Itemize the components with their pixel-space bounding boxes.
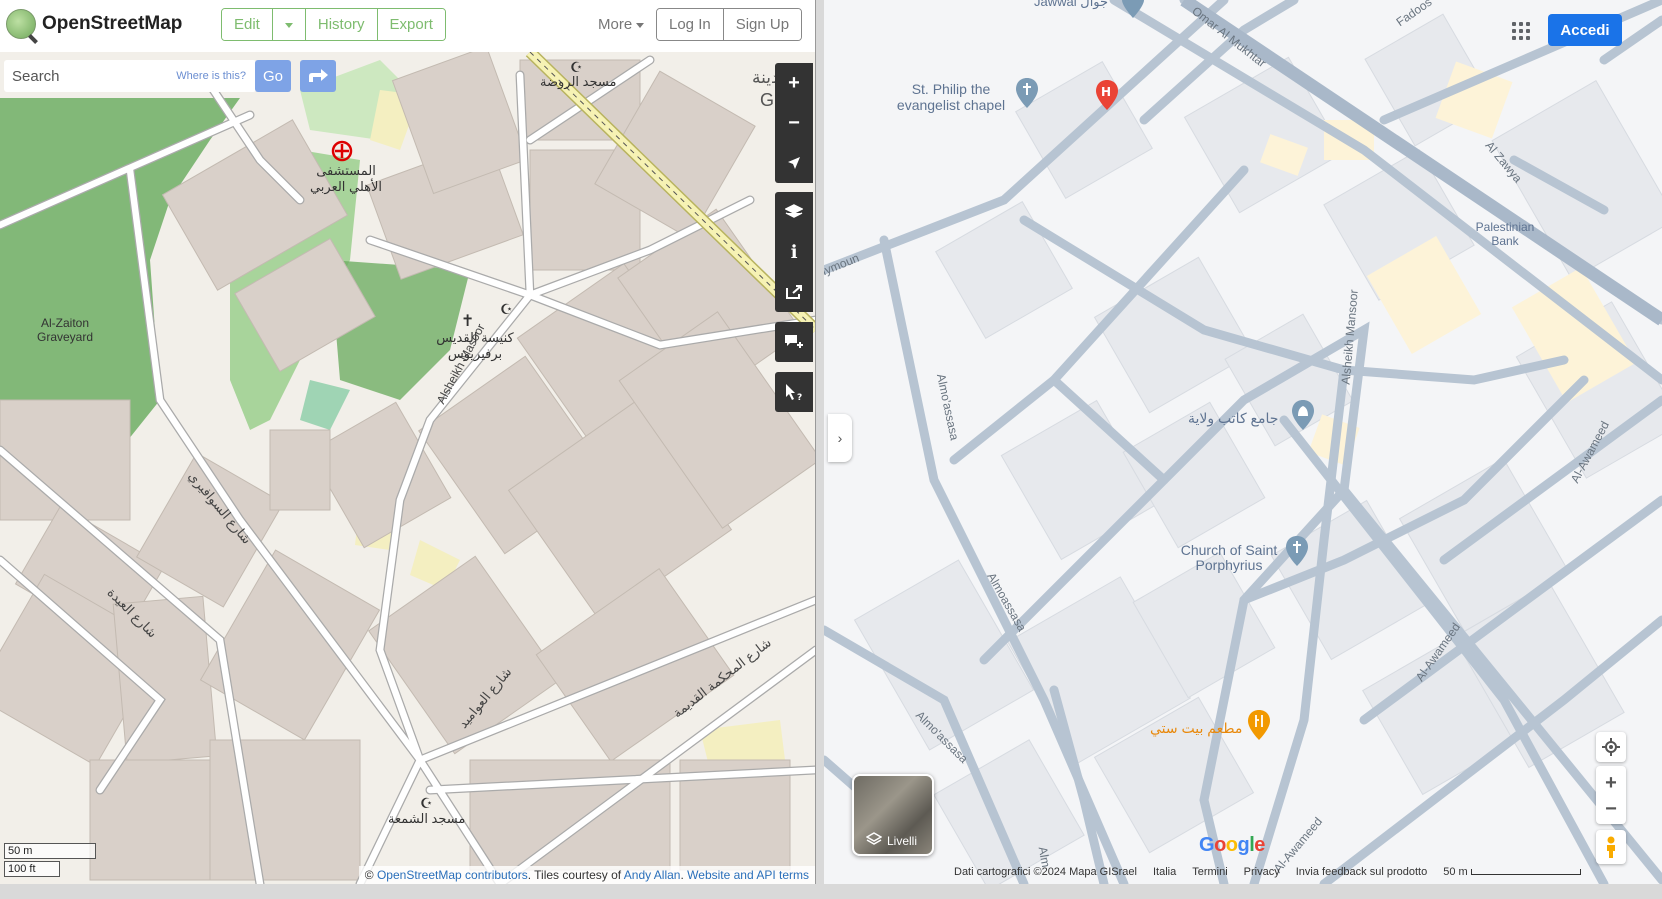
locate-arrow-icon [788, 157, 800, 169]
attr-prefix: © [364, 868, 377, 882]
google-apps-button[interactable] [1512, 22, 1530, 40]
terms-link[interactable]: Termini [1192, 866, 1227, 880]
google-zoom-out-button[interactable]: − [1605, 797, 1617, 821]
osm-edit-group: Edit History Export [221, 8, 446, 41]
feedback-link[interactable]: Invia feedback sul prodotto [1296, 866, 1427, 880]
directions-icon [309, 69, 328, 82]
label-bank: Palestinian Bank [1475, 220, 1535, 248]
google-zoom-controls: + − [1596, 766, 1626, 824]
layers-icon [785, 204, 803, 218]
search-input[interactable]: Search Where is this? [4, 60, 256, 92]
edit-button[interactable]: Edit [222, 9, 273, 40]
street-view-pegman[interactable] [1596, 830, 1626, 864]
osm-map-canvas[interactable]: ☪ ☪ ✝ ☪ [0, 0, 816, 884]
zoom-in-button[interactable]: + [775, 63, 813, 103]
edit-dropdown-button[interactable] [272, 9, 306, 40]
info-icon: ℹ [790, 241, 798, 262]
osm-logo[interactable]: OpenStreetMap [6, 9, 182, 39]
search-placeholder: Search [12, 67, 60, 85]
signup-button[interactable]: Sign Up [723, 9, 802, 40]
osm-query-tools: ? [775, 372, 813, 412]
collapse-panel-button[interactable]: › [828, 414, 852, 462]
privacy-link[interactable]: Privacy [1244, 866, 1280, 880]
mosque-pin-icon[interactable] [1292, 400, 1314, 430]
share-icon [786, 285, 802, 299]
hospital-pin-icon[interactable]: H [1096, 80, 1118, 110]
jawwal-pin-icon[interactable] [1122, 0, 1144, 18]
label-mosque: جامع كاتب ولاية [1188, 410, 1279, 426]
layers-button[interactable] [775, 192, 813, 232]
my-location-icon [1602, 738, 1620, 756]
search-go-button[interactable]: Go [255, 60, 291, 92]
google-scale[interactable]: 50 m [1443, 866, 1581, 880]
osm-map-tools: ℹ [775, 192, 813, 312]
label-restaurant: مطعم بيت ستي [1150, 720, 1243, 736]
google-logo: Google [1199, 834, 1265, 856]
osm-auth-group: Log In Sign Up [656, 8, 803, 41]
chapel-pin-icon[interactable] [1016, 78, 1038, 108]
layers-label: Livelli [886, 834, 917, 848]
chevron-right-icon: › [837, 430, 843, 446]
google-zoom-in-button[interactable]: + [1605, 769, 1617, 797]
google-map-pane[interactable]: H St. Philip the evangelist chapel Jawwa… [824, 0, 1662, 884]
osm-logo-icon [6, 9, 36, 39]
svg-text:H: H [1101, 85, 1111, 99]
country-link[interactable]: Italia [1153, 866, 1176, 880]
osm-scale-metric: 50 m [4, 843, 96, 859]
osm-note-tools [775, 322, 813, 362]
attr-andy-link[interactable]: Andy Allan [624, 868, 681, 882]
osm-scale-imperial: 100 ft [4, 861, 60, 877]
scale-label: 50 m [1443, 866, 1468, 878]
label-graveyard: Al-Zaiton Graveyard [36, 316, 94, 344]
osm-attribution: © OpenStreetMap contributors. Tiles cour… [358, 866, 815, 884]
osm-brand: OpenStreetMap [42, 13, 183, 34]
label-jawwal: Jawwal جوال [1034, 0, 1109, 9]
query-features-button[interactable]: ? [775, 372, 813, 412]
map-key-button[interactable]: ℹ [775, 232, 813, 272]
where-is-this-link[interactable]: Where is this? [176, 70, 246, 82]
locate-button[interactable] [775, 143, 813, 183]
svg-text:?: ? [797, 393, 802, 401]
label-hospital: المستشفى الأهلي العربي [309, 163, 383, 194]
more-menu-button[interactable]: More [598, 16, 645, 33]
add-note-button[interactable] [775, 322, 813, 362]
map-data-credit: Dati cartografici ©2024 Mapa GISrael [954, 866, 1137, 878]
apps-grid-icon [1512, 22, 1516, 26]
osm-map-pane[interactable]: ☪ ☪ ✝ ☪ المستشفى الأهلي العربي مسجد الرو… [0, 0, 816, 884]
my-location-button[interactable] [1596, 732, 1626, 762]
osm-zoom-controls: + − [775, 63, 813, 183]
attr-contributors-link[interactable]: OpenStreetMap contributors [377, 868, 528, 882]
label-church: Church of Saint Porphyrius [1180, 542, 1278, 573]
query-cursor-icon: ? [786, 384, 802, 401]
attr-tiles: . Tiles courtesy of [527, 868, 624, 882]
zoom-out-button[interactable]: − [775, 103, 813, 143]
restaurant-pin-icon[interactable] [1248, 710, 1270, 740]
share-button[interactable] [775, 272, 813, 312]
scale-bar [1470, 869, 1581, 876]
google-attribution: Dati cartografici ©2024 Mapa GISrael Ita… [954, 866, 1662, 880]
layers-toggle[interactable]: Livelli [852, 774, 934, 856]
mosque-marker-2: ☪ [500, 302, 513, 318]
chevron-down-icon [636, 22, 645, 28]
add-note-icon [785, 335, 803, 348]
more-label: More [598, 16, 633, 33]
history-button[interactable]: History [305, 9, 378, 40]
signin-button[interactable]: Accedi [1548, 14, 1622, 46]
church-pin-icon[interactable] [1286, 536, 1308, 566]
osm-header: OpenStreetMap Edit History Export More L… [0, 0, 815, 52]
directions-button[interactable] [300, 60, 336, 92]
bottom-strip [0, 884, 1662, 899]
login-button[interactable]: Log In [657, 9, 724, 40]
pane-divider[interactable] [816, 0, 824, 884]
chevron-down-icon [284, 22, 293, 28]
label-mosque-rawda: مسجد الروضة [540, 74, 617, 89]
export-button[interactable]: Export [377, 9, 445, 40]
mosque-marker-3: ☪ [420, 796, 433, 812]
label-chapel: St. Philip the evangelist chapel [896, 81, 1006, 113]
attr-terms-link[interactable]: Website and API terms [687, 868, 809, 882]
pegman-icon [1607, 836, 1615, 858]
label-shamaa: مسجد الشمعة [388, 811, 466, 826]
